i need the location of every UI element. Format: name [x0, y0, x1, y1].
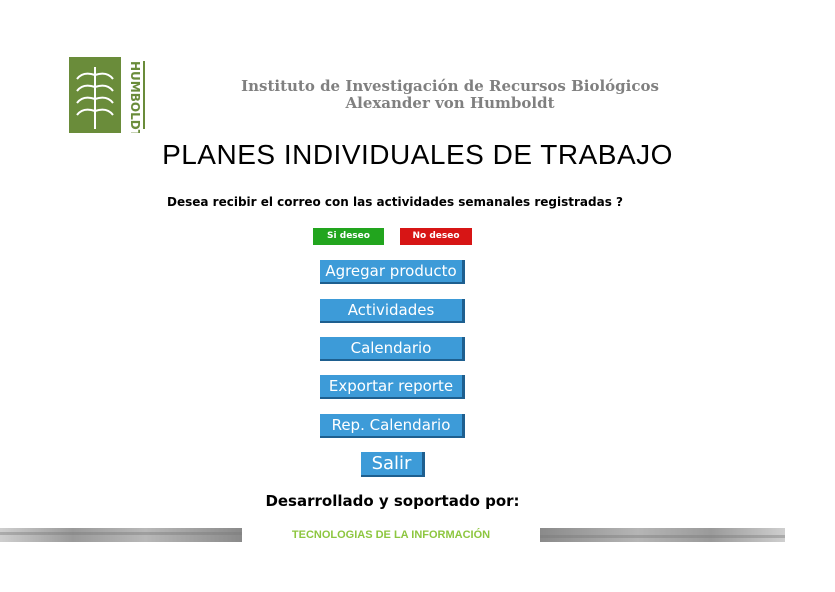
yes-button[interactable]: Si deseo [313, 228, 384, 245]
decorative-strip-right [540, 528, 785, 542]
calendar-button[interactable]: Calendario [320, 337, 465, 361]
it-team-label: TECNOLOGIAS DE LA INFORMACIÓN [291, 529, 491, 541]
no-button[interactable]: No deseo [400, 228, 472, 245]
calendar-report-button[interactable]: Rep. Calendario [320, 414, 465, 438]
activities-button[interactable]: Actividades [320, 299, 465, 323]
add-product-button[interactable]: Agregar producto [320, 260, 465, 284]
institution-title: Instituto de Investigación de Recursos B… [200, 78, 700, 112]
decorative-strip-left [0, 528, 242, 542]
exit-button[interactable]: Salir [361, 452, 425, 477]
developed-by-label: Desarrollado y soportado por: [265, 492, 520, 510]
email-question: Desea recibir el correo con las activida… [167, 195, 623, 209]
humboldt-logo: HUMBOLDT [69, 57, 145, 133]
export-report-button[interactable]: Exportar reporte [320, 375, 465, 399]
page-title: PLANES INDIVIDUALES DE TRABAJO [162, 139, 673, 170]
institution-line-2: Alexander von Humboldt [345, 94, 555, 112]
institution-line-1: Instituto de Investigación de Recursos B… [241, 77, 659, 95]
logo-text: HUMBOLDT [128, 61, 142, 133]
